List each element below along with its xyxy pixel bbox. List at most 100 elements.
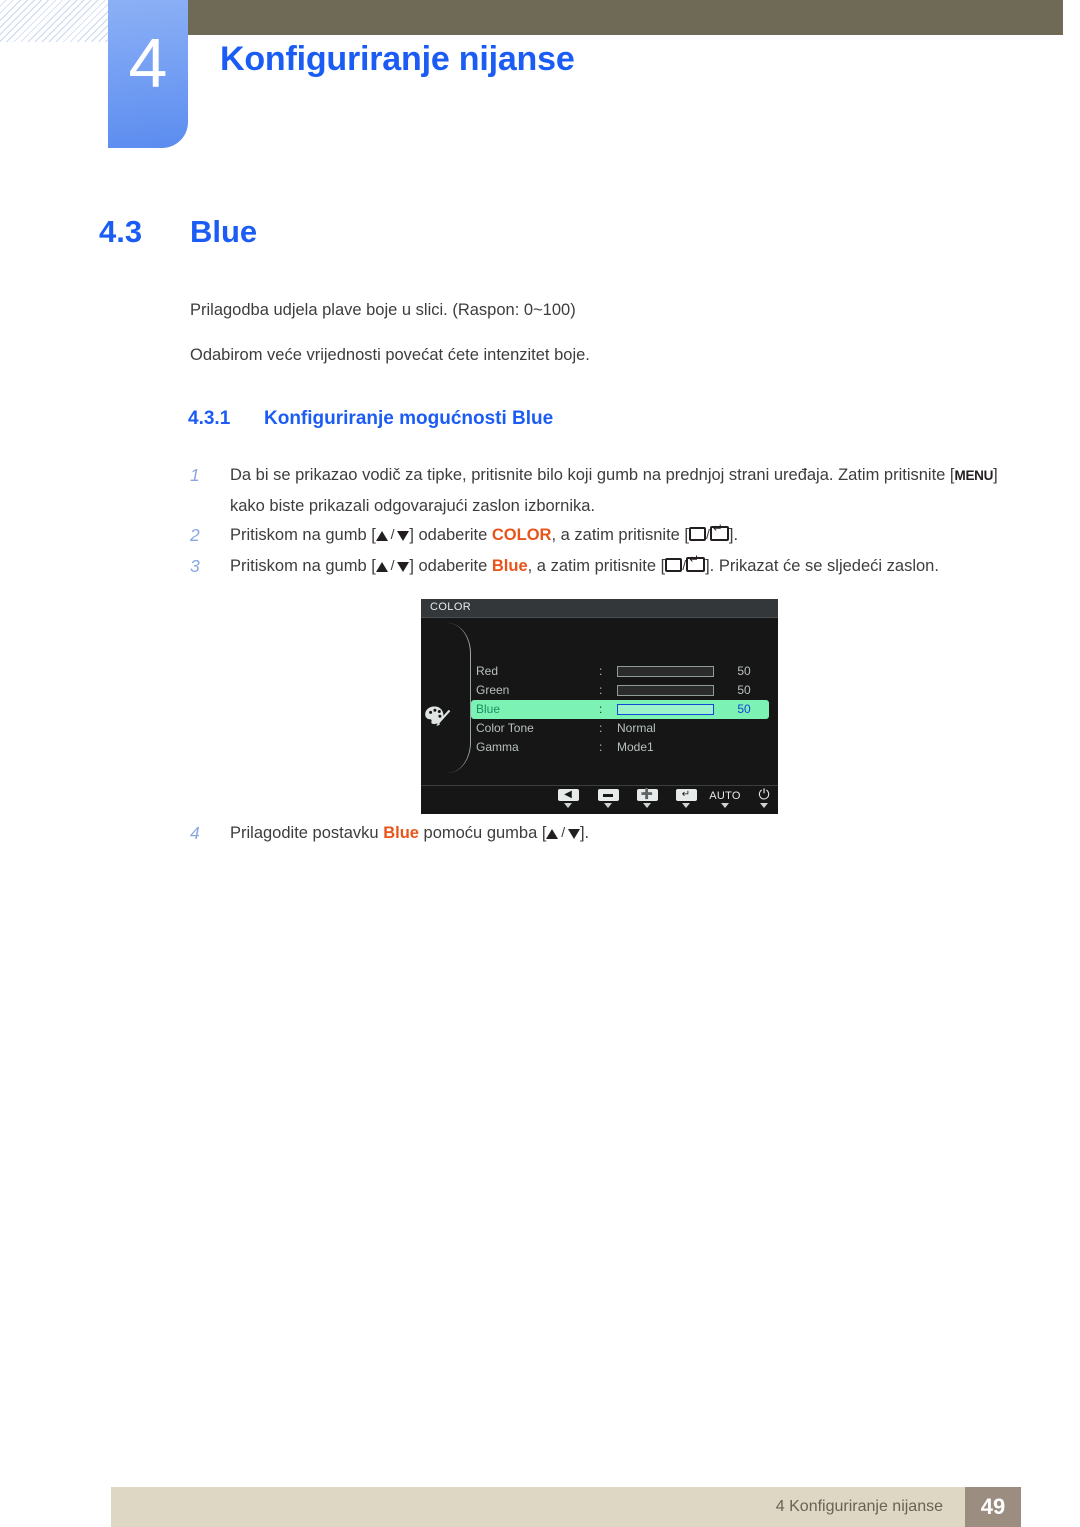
osd-row-colon: : bbox=[599, 740, 603, 754]
indicator-triangle-icon bbox=[564, 803, 572, 808]
arrow-up-icon bbox=[375, 531, 388, 541]
step-item: 3 Pritiskom na gumb [ / ] odaberite Blue… bbox=[190, 551, 1020, 581]
osd-row-label: Blue bbox=[476, 702, 501, 716]
step-item: 2 Pritiskom na gumb [ / ] odaberite COLO… bbox=[190, 520, 1020, 550]
osd-titlebar bbox=[421, 599, 778, 618]
step-text-part-a: Prilagodite postavku bbox=[230, 824, 384, 842]
osd-plus-button[interactable]: ➕ bbox=[629, 788, 665, 808]
menu-keycap: MENU bbox=[954, 468, 994, 483]
osd-row-value: 50 bbox=[737, 702, 751, 716]
arrow-down-icon bbox=[397, 531, 410, 541]
description-paragraph-1: Prilagodba udjela plave boje u slici. (R… bbox=[190, 301, 576, 319]
power-icon: ⏻ bbox=[758, 786, 770, 802]
osd-row-blue[interactable]: Blue : 50 bbox=[471, 700, 769, 719]
osd-row-green[interactable]: Green : 50 bbox=[471, 681, 769, 700]
osd-row-value: 50 bbox=[737, 664, 751, 678]
minus-icon: ▬ bbox=[590, 788, 626, 801]
osd-body: Red : 50 Green : 50 Blue : 50 Color Tone… bbox=[421, 618, 778, 787]
page-number: 49 bbox=[965, 1487, 1021, 1527]
step-text-part-b: ] odaberite bbox=[409, 526, 492, 544]
osd-slider-blue[interactable] bbox=[617, 704, 714, 715]
osd-slider-red[interactable] bbox=[617, 666, 714, 677]
description-paragraph-2: Odabirom veće vrijednosti povećat ćete i… bbox=[190, 346, 590, 364]
osd-row-gamma[interactable]: Gamma : Mode1 bbox=[471, 738, 769, 757]
step-item: 1 Da bi se prikazao vodič za tipke, prit… bbox=[190, 460, 1020, 521]
step-text-part-c: , a zatim pritisnite [ bbox=[551, 526, 690, 544]
palette-icon bbox=[423, 704, 453, 728]
arrow-down-icon bbox=[567, 829, 580, 839]
indicator-triangle-icon bbox=[604, 803, 612, 808]
osd-auto-button[interactable]: AUTO bbox=[707, 788, 743, 808]
osd-row-label: Gamma bbox=[476, 740, 519, 754]
indicator-triangle-icon bbox=[643, 803, 651, 808]
back-arrow-icon: ◀ bbox=[550, 788, 586, 801]
osd-row-colon: : bbox=[599, 721, 603, 735]
indicator-triangle-icon bbox=[682, 803, 690, 808]
step-item: 4 Prilagodite postavku Blue pomoću gumba… bbox=[190, 818, 1020, 848]
step-highlight-color: COLOR bbox=[491, 526, 552, 544]
osd-back-button[interactable]: ◀ bbox=[550, 788, 586, 808]
section-number: 4.3 bbox=[99, 214, 143, 249]
back-button-icon bbox=[689, 527, 707, 541]
step-marker: 4 bbox=[190, 823, 200, 843]
step-text-part-d: ]. Prikazat će se sljedeći zaslon. bbox=[705, 557, 939, 575]
chapter-header-bar bbox=[145, 0, 1063, 35]
step-text: Prilagodite postavku Blue pomoću gumba [… bbox=[230, 824, 590, 842]
osd-menu-screenshot: COLOR Red : 50 Green : 50 Blue: 50 Colo… bbox=[421, 599, 778, 814]
step-marker: 3 bbox=[190, 556, 200, 576]
osd-row-colon: : bbox=[599, 683, 603, 697]
osd-row-color-tone[interactable]: Color Tone : Normal bbox=[471, 719, 769, 738]
back-button-icon bbox=[665, 558, 683, 572]
osd-sidebar-curve bbox=[448, 623, 471, 773]
plus-icon: ➕ bbox=[629, 788, 665, 801]
step-highlight-blue: Blue bbox=[491, 557, 528, 575]
auto-label: AUTO bbox=[709, 790, 741, 802]
arrow-up-icon bbox=[375, 562, 388, 572]
osd-enter-button[interactable]: ↵ bbox=[668, 788, 704, 808]
step-marker: 2 bbox=[190, 525, 200, 545]
step-text-part-a: Pritiskom na gumb [ bbox=[230, 526, 376, 544]
subsection-heading: 4.3.1 Konfiguriranje mogućnosti Blue bbox=[188, 408, 553, 430]
step-text-part-c: , a zatim pritisnite [ bbox=[527, 557, 666, 575]
indicator-triangle-icon bbox=[721, 803, 729, 808]
chapter-number-badge: 4 bbox=[108, 0, 188, 148]
subsection-number: 4.3.1 bbox=[188, 408, 231, 429]
step-text-part-b: pomoću gumba [ bbox=[418, 824, 547, 842]
osd-row-label: Red bbox=[476, 664, 499, 678]
osd-row-red[interactable]: Red : 50 bbox=[471, 662, 769, 681]
step-text-part-a: Pritiskom na gumb [ bbox=[230, 557, 376, 575]
step-text-part-c: ]. bbox=[579, 824, 590, 842]
subsection-title: Konfiguriranje mogućnosti Blue bbox=[264, 408, 554, 429]
indicator-triangle-icon bbox=[760, 803, 768, 808]
step-text-part-d: ]. bbox=[728, 526, 739, 544]
step-text: Pritiskom na gumb [ / ] odaberite COLOR,… bbox=[230, 520, 1020, 550]
enter-button-icon bbox=[686, 553, 706, 572]
step-highlight-blue: Blue bbox=[383, 824, 419, 842]
step-text: Da bi se prikazao vodič za tipke, pritis… bbox=[230, 460, 1020, 521]
page-footer: 4 Konfiguriranje nijanse 49 bbox=[111, 1487, 1021, 1527]
osd-row-label: Color Tone bbox=[476, 721, 534, 735]
step-text: Pritiskom na gumb [ / ] odaberite Blue, … bbox=[230, 551, 1020, 581]
osd-slider-green[interactable] bbox=[617, 685, 714, 696]
osd-title: COLOR bbox=[430, 601, 472, 613]
enter-button-icon bbox=[709, 522, 729, 541]
chapter-title: Konfiguriranje nijanse bbox=[220, 40, 575, 78]
osd-power-button[interactable]: ⏻ bbox=[746, 786, 778, 808]
section-heading: 4.3 Blue bbox=[99, 214, 257, 250]
osd-row-value: Mode1 bbox=[617, 740, 654, 754]
step-text-part-b: ] odaberite bbox=[409, 557, 492, 575]
section-title: Blue bbox=[190, 214, 258, 249]
osd-row-colon: : bbox=[599, 702, 603, 716]
page-header: 4 Konfiguriranje nijanse bbox=[0, 0, 1080, 160]
osd-row-colon: : bbox=[599, 664, 603, 678]
osd-minus-button[interactable]: ▬ bbox=[590, 788, 626, 808]
enter-icon: ↵ bbox=[668, 788, 704, 801]
osd-row-label: Green bbox=[476, 683, 510, 697]
hatch-decoration bbox=[0, 0, 112, 42]
osd-row-value: 50 bbox=[737, 683, 751, 697]
osd-row-value: Normal bbox=[617, 721, 656, 735]
footer-chapter-label: 4 Konfiguriranje nijanse bbox=[775, 1498, 943, 1515]
osd-button-guide: ◀ ▬ ➕ ↵ AUTO ⏻ bbox=[421, 785, 778, 814]
step-text-part-a: Da bi se prikazao vodič za tipke, pritis… bbox=[230, 466, 955, 484]
arrow-up-icon bbox=[546, 829, 559, 839]
